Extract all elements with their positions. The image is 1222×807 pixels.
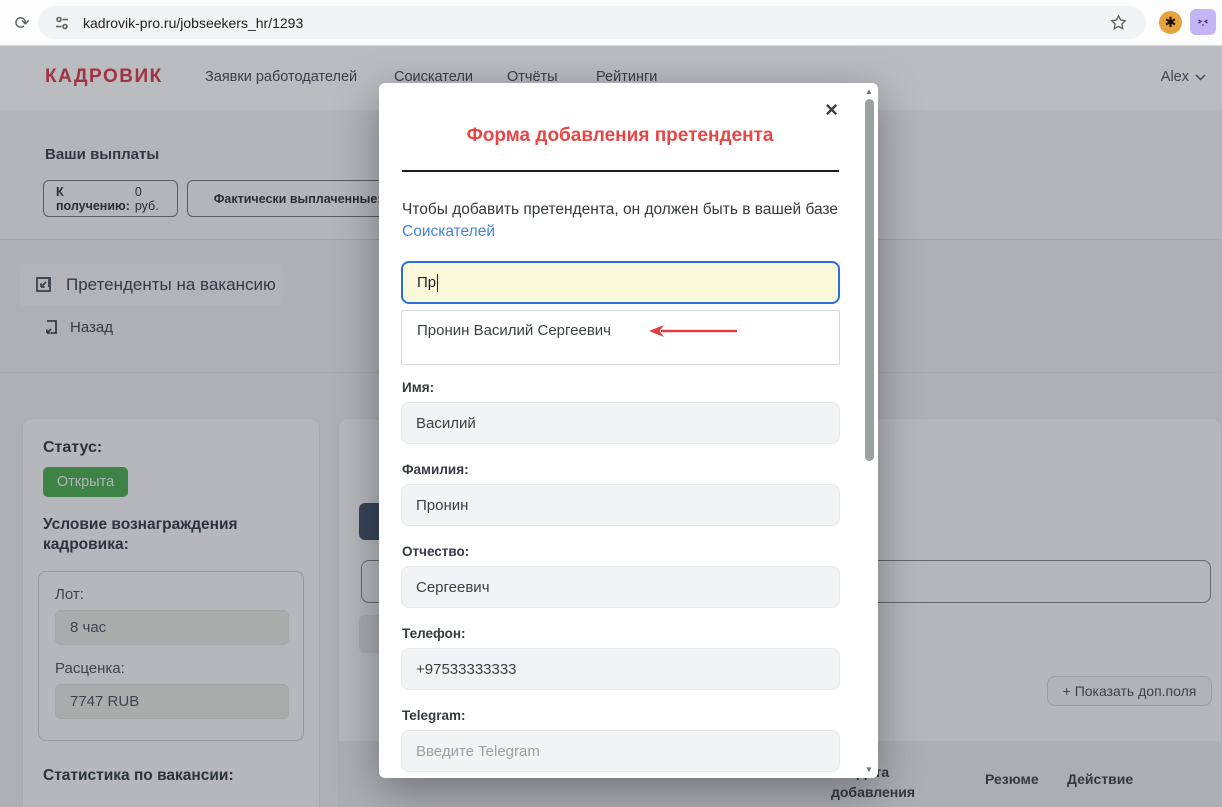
add-applicant-modal: × Форма добавления претендента Чтобы доб…: [379, 83, 878, 778]
field-label-lastname: Фамилия:: [402, 462, 469, 477]
candidate-search-input[interactable]: Пр: [401, 261, 840, 304]
title-divider: [402, 170, 839, 172]
autocomplete-dropdown: Пронин Василий Сергеевич: [401, 310, 840, 365]
middlename-input[interactable]: [401, 566, 840, 608]
field-label-phone: Телефон:: [402, 626, 466, 641]
jobseekers-link[interactable]: Соискателей: [402, 223, 495, 240]
field-label-telegram: Telegram:: [402, 708, 466, 723]
intro-text: Чтобы добавить претендента, он должен бы…: [402, 201, 838, 218]
scrollbar-thumb[interactable]: [865, 99, 874, 461]
extension-icon[interactable]: ✱: [1159, 11, 1182, 34]
screen: ⟳ kadrovik-pro.ru/jobseekers_hr/1293 ✱: [0, 0, 1222, 807]
scrollbar-down-icon[interactable]: ▼: [865, 765, 873, 774]
reload-icon[interactable]: ⟳: [10, 11, 34, 35]
bookmark-star-icon[interactable]: [1109, 13, 1128, 32]
phone-input[interactable]: [401, 648, 840, 690]
autocomplete-suggestion[interactable]: Пронин Василий Сергеевич: [417, 322, 611, 339]
browser-profile-icon[interactable]: [1190, 9, 1216, 35]
field-label-firstname: Имя:: [402, 380, 434, 395]
text-caret: [437, 274, 438, 292]
close-icon[interactable]: ×: [825, 99, 838, 121]
scrollbar-up-icon[interactable]: ▲: [865, 87, 873, 96]
modal-title: Форма добавления претендента: [401, 125, 839, 147]
telegram-input[interactable]: [401, 730, 840, 772]
field-label-middlename: Отчество:: [402, 544, 469, 559]
browser-toolbar: ⟳ kadrovik-pro.ru/jobseekers_hr/1293 ✱: [0, 0, 1222, 46]
modal-intro-text: Чтобы добавить претендента, он должен бы…: [402, 199, 839, 244]
firstname-input[interactable]: [401, 402, 840, 444]
lastname-input[interactable]: [401, 484, 840, 526]
profile-face-glyph: [1195, 14, 1211, 30]
url-text[interactable]: kadrovik-pro.ru/jobseekers_hr/1293: [83, 15, 303, 31]
annotation-arrow-icon: [647, 322, 739, 340]
site-settings-icon[interactable]: [53, 14, 71, 32]
address-bar[interactable]: kadrovik-pro.ru/jobseekers_hr/1293: [38, 6, 1146, 39]
search-typed-text: Пр: [417, 274, 436, 291]
modal-scrollbar[interactable]: ▲ ▼: [862, 83, 878, 778]
